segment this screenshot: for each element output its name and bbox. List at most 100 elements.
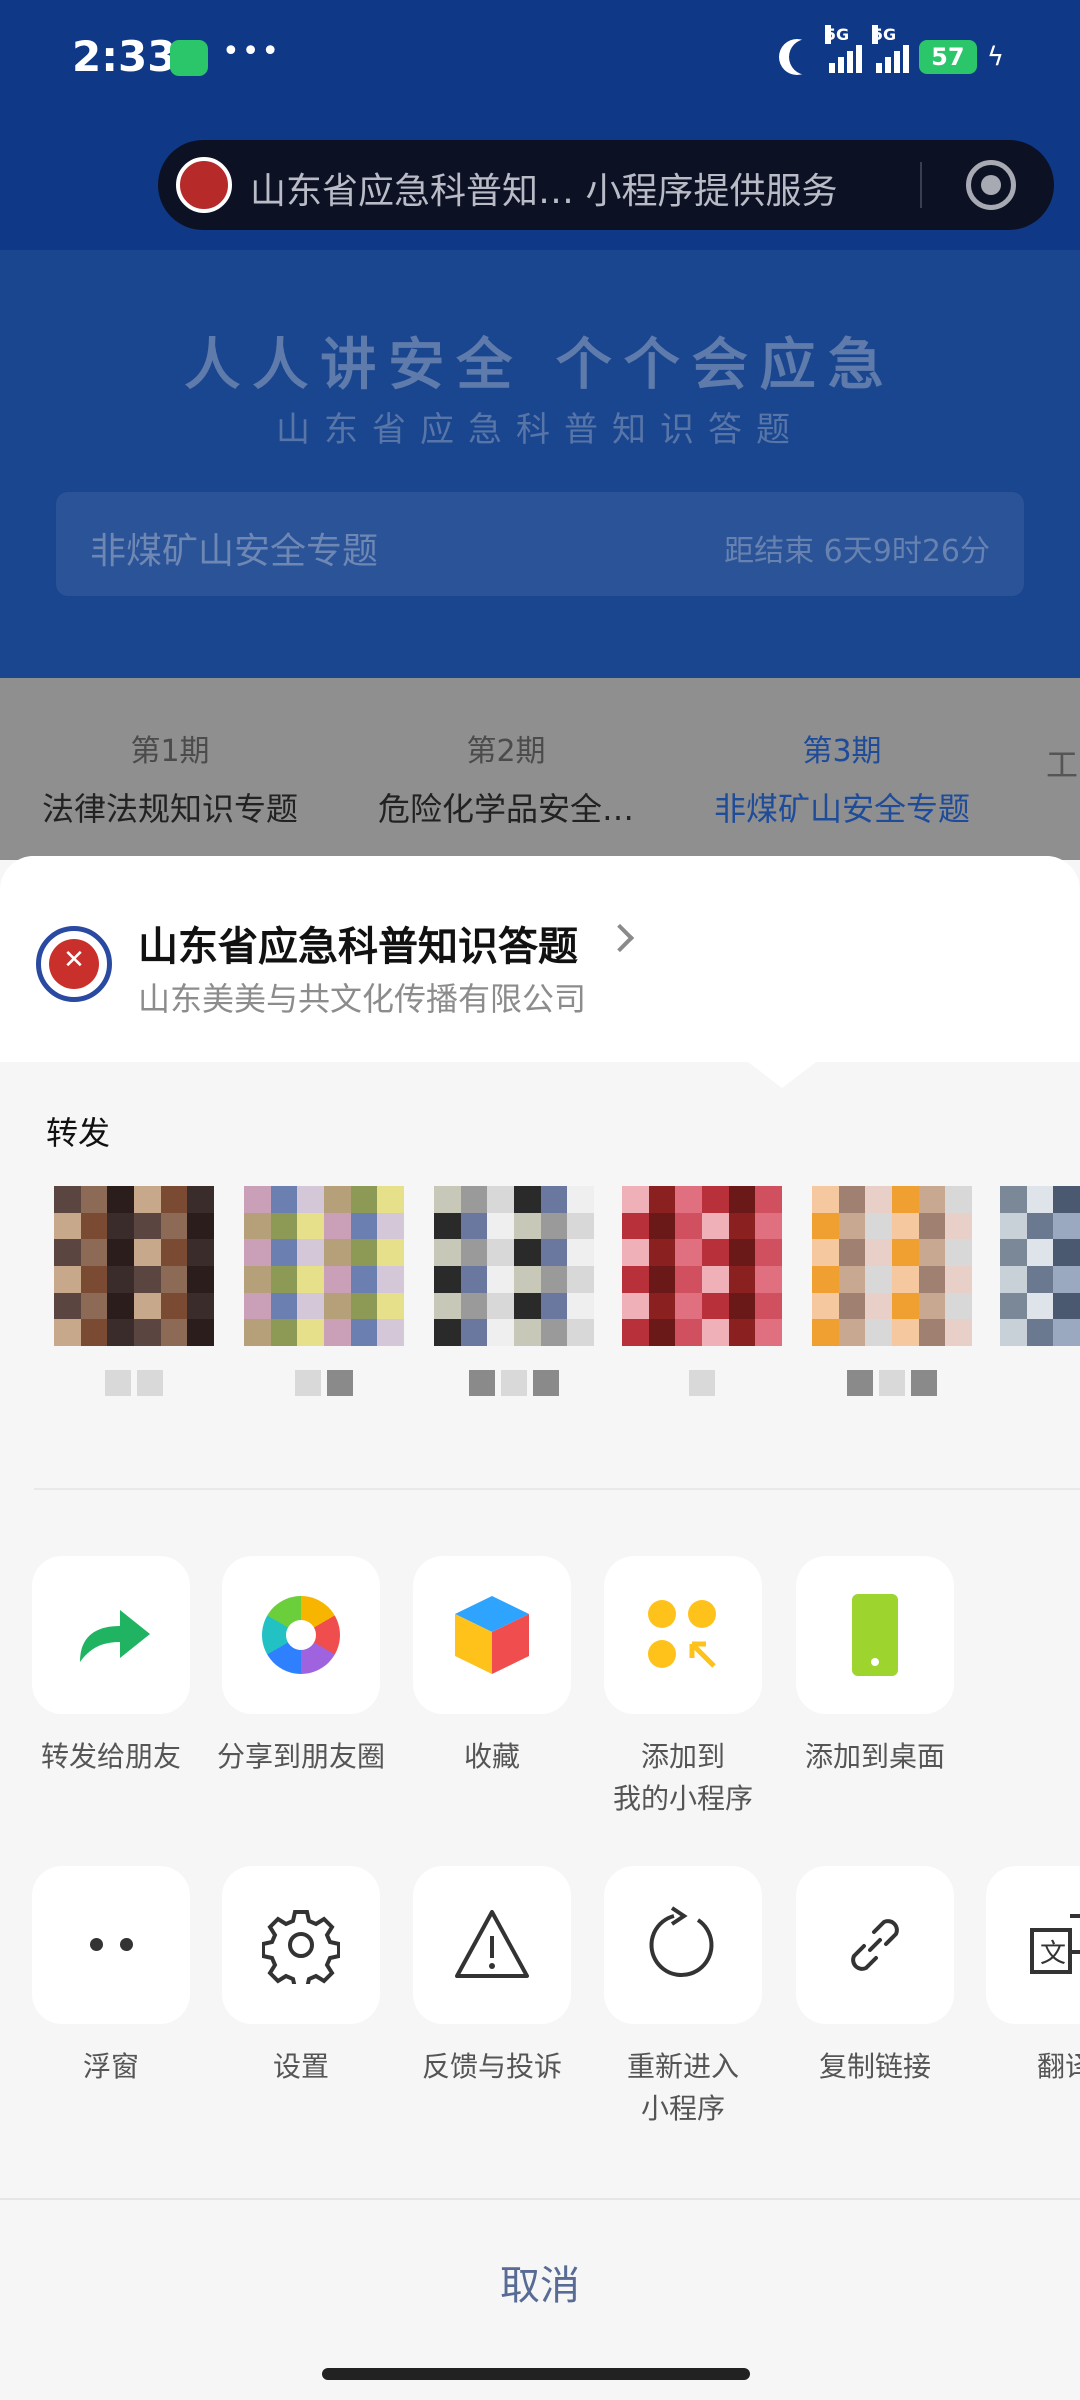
action-tile[interactable] [413,1866,571,2024]
charging-icon: ϟ [986,42,1004,72]
action-tile[interactable] [32,1866,190,2024]
avatar-pixel [133,1265,162,1294]
contact-avatar[interactable] [622,1186,783,1347]
avatar-pixel [460,1292,488,1320]
translate-button[interactable]: 文 翻译 [970,1866,1080,2088]
action-tile[interactable] [604,1556,762,1714]
avatar-pixel [891,1292,920,1320]
avatar-pixel [434,1265,462,1294]
current-topic-card: 非煤矿山安全专题 距结束 6天9时26分 [56,492,1024,596]
action-tile[interactable] [796,1866,954,2024]
avatar-pixel [838,1212,866,1240]
avatar-pixel [540,1186,568,1214]
action-tile[interactable] [32,1556,190,1714]
issue-name: 工 [1046,746,1079,784]
reenter-mini-program-button[interactable]: 重新进入 小程序 [588,1866,778,2130]
avatar-pixel [54,1292,82,1320]
contact-name-blurred [434,1370,594,1410]
favorite-button[interactable]: 收藏 [397,1556,587,1778]
avatar-pixel [80,1319,108,1347]
forward-to-friend-button[interactable]: 转发给朋友 [16,1556,206,1778]
contact-avatar[interactable] [244,1186,405,1347]
settings-button[interactable]: 设置 [206,1866,396,2088]
home-indicator[interactable] [322,2368,750,2380]
avatar-pixel [891,1265,920,1294]
avatar-pixel [755,1319,783,1347]
avatar-pixel [918,1292,946,1320]
warning-icon [455,1910,529,1978]
avatar-pixel [323,1292,352,1320]
avatar-pixel [865,1212,893,1240]
app-logo-icon [176,157,232,213]
avatar-pixel [918,1239,946,1267]
avatar-pixel [838,1319,866,1347]
avatar-pixel [323,1239,352,1267]
avatar-pixel [567,1292,595,1320]
action-tile[interactable] [604,1866,762,2024]
capsule-divider [920,162,922,208]
avatar-pixel [567,1265,595,1294]
feedback-button[interactable]: 反馈与投诉 [397,1866,587,2088]
float-window-button[interactable]: 浮窗 [16,1866,206,2088]
avatar-pixel [812,1186,840,1214]
action-tile[interactable] [796,1556,954,1714]
avatar-pixel [918,1319,946,1347]
avatar-pixel [1026,1239,1054,1267]
avatar-pixel [54,1212,82,1240]
network-label: 5G [871,25,897,44]
sheet-header[interactable]: 山东省应急科普知识答题 山东美美与共文化传播有限公司 [0,856,1080,1062]
avatar-pixel [1053,1212,1080,1240]
contact-avatar[interactable] [1000,1186,1080,1347]
contact-avatar[interactable] [434,1186,595,1347]
close-target-icon[interactable] [966,160,1016,210]
avatar-pixel [487,1265,515,1294]
avatar-pixel [1053,1292,1080,1320]
avatar-pixel [1026,1265,1054,1294]
action-tile[interactable] [222,1556,380,1714]
avatar-pixel [1000,1186,1028,1214]
avatar-pixel [133,1319,162,1347]
avatar-pixel [945,1319,973,1347]
avatar-pixel [133,1212,162,1240]
avatar-pixel [540,1265,568,1294]
avatar-pixel [701,1292,730,1320]
avatar-pixel [297,1292,325,1320]
action-tile[interactable] [222,1866,380,2024]
add-to-my-mini-programs-button[interactable]: 添加到 我的小程序 [588,1556,778,1820]
avatar-pixel [1026,1186,1054,1214]
avatar-pixel [133,1239,162,1267]
contact-name-blurred [622,1370,782,1410]
hero-banner [0,250,1080,678]
avatar-pixel [377,1319,405,1347]
avatar-pixel [865,1319,893,1347]
contact-name-blurred [812,1370,972,1410]
contact-avatar[interactable] [812,1186,973,1347]
status-icons: 5G 5G 57 ϟ [779,25,1004,82]
mini-program-capsule[interactable]: 山东省应急科普知… 小程序提供服务 [158,140,1054,230]
issue-name: 危险化学品安全… [377,790,634,828]
action-tile[interactable]: 文 [986,1866,1080,2024]
battery-icon: 57 [918,40,977,74]
countdown-text: 距结束 6天9时26分 [724,534,990,569]
cancel-button[interactable]: 取消 [0,2236,1080,2336]
avatar-pixel [755,1212,783,1240]
issue-tab-1: 第1期 法律法规知识专题 [0,726,340,830]
action-label: 浮窗 [82,2050,139,2083]
avatar-pixel [377,1292,405,1320]
avatar-pixel [80,1186,108,1214]
contact-avatar[interactable] [54,1186,215,1347]
avatar-pixel [54,1265,82,1294]
avatar-pixel [270,1186,298,1214]
tool-actions-row: 浮窗 设置 反馈与投诉 重新进入 小程序 复制链接 文 翻译 [0,1866,1080,2126]
avatar-pixel [244,1239,272,1267]
copy-link-button[interactable]: 复制链接 [780,1866,970,2088]
avatar-pixel [701,1319,730,1347]
avatar-pixel [270,1239,298,1267]
avatar-pixel [838,1239,866,1267]
add-to-desktop-button[interactable]: 添加到桌面 [780,1556,970,1778]
avatar-pixel [297,1265,325,1294]
share-to-moments-button[interactable]: 分享到朋友圈 [206,1556,396,1778]
action-tile[interactable] [413,1556,571,1714]
avatar-pixel [244,1265,272,1294]
avatar-pixel [244,1186,272,1214]
